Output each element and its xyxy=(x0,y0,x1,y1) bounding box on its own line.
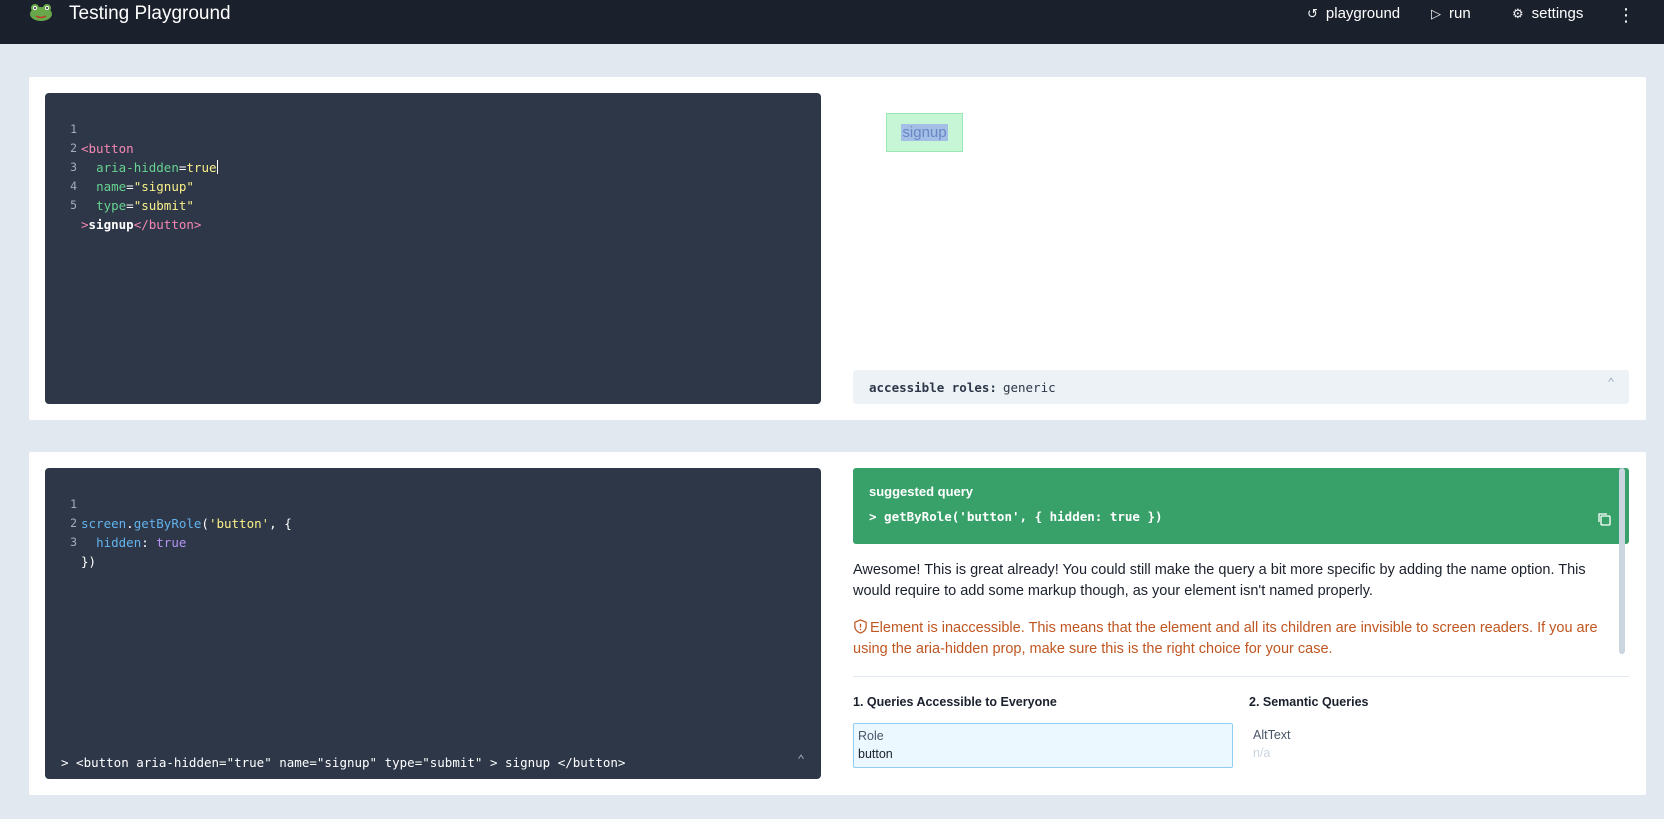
query-result-text: > <button aria-hidden="true" name="signu… xyxy=(61,754,626,770)
code-token: }) xyxy=(81,554,97,569)
code-line: 5 >signup</button> xyxy=(45,177,201,232)
code-token: 'button' xyxy=(208,516,270,531)
code-token: , { xyxy=(269,516,292,531)
accessible-roles-value: generic xyxy=(1002,379,1056,395)
chevron-up-icon[interactable]: ⌃ xyxy=(1607,376,1615,391)
code-token: aria-hidden xyxy=(96,160,179,175)
suggestion-explanation: Awesome! This is great already! You coul… xyxy=(853,562,1586,599)
query-role-option[interactable]: Role button xyxy=(853,723,1233,768)
code-token: getByRole xyxy=(133,516,202,531)
code-token: = xyxy=(126,198,134,213)
suggested-query-label: suggested query xyxy=(869,484,974,499)
nav-settings-label: settings xyxy=(1531,5,1584,22)
code-line: 3 name="signup" xyxy=(45,139,194,194)
preview-pane: signup xyxy=(853,93,1630,343)
divider xyxy=(853,676,1629,677)
code-token: > xyxy=(81,217,89,232)
frog-icon[interactable] xyxy=(29,2,53,22)
query-editor[interactable]: 1 screen.getByRole('button', { 2 hidden:… xyxy=(45,468,821,779)
code-token: "signup" xyxy=(133,179,194,194)
chevron-up-icon[interactable]: ⌃ xyxy=(797,753,805,768)
code-token: </button> xyxy=(133,217,202,232)
query-alttext-key: AltText xyxy=(1253,728,1291,742)
gear-icon: ⚙ xyxy=(1512,5,1524,21)
accessibility-warning: Element is inaccessible. This means that… xyxy=(853,618,1609,660)
accessible-roles-bar[interactable]: accessible roles: generic ⌃ xyxy=(853,370,1629,404)
code-line: 1 <button xyxy=(45,101,134,156)
code-token: true xyxy=(156,535,187,550)
markup-editor[interactable]: 1 <button 2 aria-hidden=true 3 name="sig… xyxy=(45,93,821,404)
query-card: 1 screen.getByRole('button', { 2 hidden:… xyxy=(29,452,1646,795)
code-line: 1 screen.getByRole('button', { xyxy=(45,476,292,531)
code-line: 3 }) xyxy=(45,514,96,569)
code-line: 2 aria-hidden=true xyxy=(45,120,218,175)
nav-playground-label: playground xyxy=(1325,5,1401,22)
shield-alert-icon xyxy=(854,619,867,634)
code-token: name xyxy=(96,179,127,194)
markup-card: 1 <button 2 aria-hidden=true 3 name="sig… xyxy=(29,77,1646,420)
code-line: 2 hidden: true xyxy=(45,495,186,550)
scrollbar[interactable] xyxy=(1619,468,1625,654)
query-alttext-option[interactable]: AltText n/a xyxy=(1249,723,1629,768)
code-token: hidden xyxy=(96,535,142,550)
semantic-queries-heading: 2. Semantic Queries xyxy=(1249,695,1369,709)
query-alttext-value: n/a xyxy=(1253,746,1271,760)
nav-run-label: run xyxy=(1449,5,1471,22)
top-navbar: Testing Playground ↺ playground ▷ run ⚙ … xyxy=(0,0,1664,44)
send-icon: ▷ xyxy=(1431,5,1441,21)
text-cursor xyxy=(216,160,218,174)
code-token: ( xyxy=(201,516,209,531)
code-token: "submit" xyxy=(133,198,194,213)
preview-button-label: signup xyxy=(901,124,948,141)
code-token: : xyxy=(141,535,157,550)
code-token: type xyxy=(96,198,127,213)
nav-run-button[interactable]: ▷ run xyxy=(1431,5,1471,22)
code-line: 4 type="submit" xyxy=(45,158,194,213)
code-token: true xyxy=(186,160,217,175)
copy-icon[interactable] xyxy=(1597,512,1611,526)
query-role-value: button xyxy=(858,747,893,761)
history-icon: ↺ xyxy=(1307,5,1318,21)
accessible-roles-label: accessible roles: xyxy=(869,379,997,395)
preview-signup-button[interactable]: signup xyxy=(886,113,963,152)
nav-playground-link[interactable]: ↺ playground xyxy=(1307,5,1400,22)
queries-accessible-heading: 1. Queries Accessible to Everyone xyxy=(853,695,1057,709)
query-role-key: Role xyxy=(858,729,884,743)
code-token: signup xyxy=(88,217,134,232)
suggested-query-code: > getByRole('button', { hidden: true }) xyxy=(869,509,1163,524)
accessibility-warning-text: Element is inaccessible. This means that… xyxy=(853,620,1598,657)
app-title[interactable]: Testing Playground xyxy=(69,3,231,25)
line-number: 3 xyxy=(70,535,77,549)
kebab-menu-icon[interactable]: ⋮ xyxy=(1617,5,1635,25)
suggested-query-box: suggested query > getByRole('button', { … xyxy=(853,468,1629,544)
nav-settings-button[interactable]: ⚙ settings xyxy=(1512,5,1583,22)
code-token: = xyxy=(126,179,134,194)
query-result-bar[interactable]: > <button aria-hidden="true" name="signu… xyxy=(45,745,821,779)
code-token: . xyxy=(126,516,134,531)
line-number: 5 xyxy=(70,198,77,212)
